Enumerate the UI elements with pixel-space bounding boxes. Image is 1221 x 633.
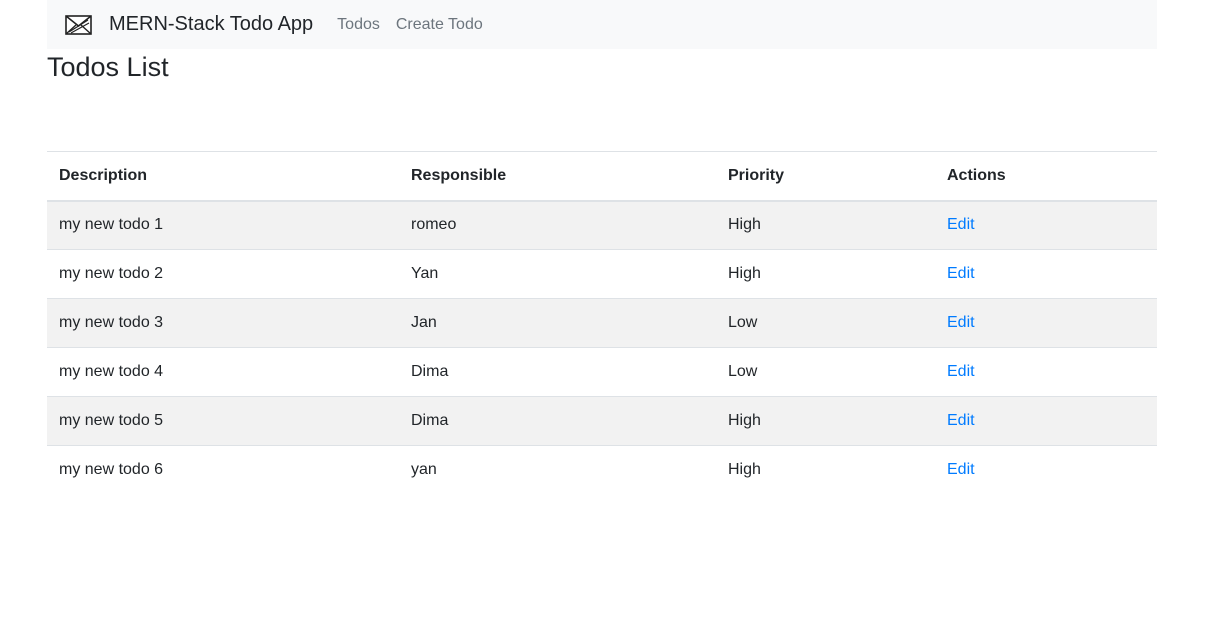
cell-description: my new todo 3 [47, 298, 399, 348]
cell-priority: High [716, 200, 935, 250]
navbar: MERN-Stack Todo App Todos Create Todo [47, 0, 1157, 49]
cell-responsible: Dima [399, 347, 716, 397]
brand-link[interactable]: MERN-Stack Todo App [109, 13, 313, 36]
edit-link[interactable]: Edit [947, 265, 975, 282]
cell-actions: Edit [935, 298, 1157, 348]
header-description: Description [47, 151, 399, 202]
header-actions: Actions [935, 151, 1157, 202]
cell-priority: Low [716, 298, 935, 348]
cell-description: my new todo 1 [47, 200, 399, 250]
header-responsible: Responsible [399, 151, 716, 202]
edit-link[interactable]: Edit [947, 412, 975, 429]
edit-link[interactable]: Edit [947, 461, 975, 478]
nav-link-todos[interactable]: Todos [337, 16, 380, 34]
edit-link[interactable]: Edit [947, 216, 975, 233]
header-priority: Priority [716, 151, 935, 202]
cell-priority: Low [716, 347, 935, 397]
table-row: my new todo 4 Dima Low Edit [47, 347, 1157, 397]
edit-link[interactable]: Edit [947, 363, 975, 380]
cell-actions: Edit [935, 249, 1157, 299]
cell-description: my new todo 2 [47, 249, 399, 299]
table-header-row: Description Responsible Priority Actions [47, 151, 1157, 202]
title-section: Todos List [47, 49, 1157, 151]
cell-description: my new todo 5 [47, 396, 399, 446]
table-row: my new todo 2 Yan High Edit [47, 249, 1157, 299]
cell-priority: High [716, 396, 935, 446]
cell-priority: High [716, 249, 935, 299]
cell-responsible: Dima [399, 396, 716, 446]
nav-link-create-todo[interactable]: Create Todo [396, 16, 483, 34]
table-row: my new todo 3 Jan Low Edit [47, 298, 1157, 348]
table-row: my new todo 6 yan High Edit [47, 445, 1157, 495]
app-container: MERN-Stack Todo App Todos Create Todo To… [47, 0, 1157, 495]
cell-actions: Edit [935, 200, 1157, 250]
edit-link[interactable]: Edit [947, 314, 975, 331]
envelope-logo-icon[interactable] [65, 15, 92, 35]
cell-description: my new todo 4 [47, 347, 399, 397]
cell-responsible: Yan [399, 249, 716, 299]
cell-responsible: yan [399, 445, 716, 495]
cell-actions: Edit [935, 396, 1157, 446]
cell-description: my new todo 6 [47, 445, 399, 495]
cell-responsible: Jan [399, 298, 716, 348]
cell-responsible: romeo [399, 200, 716, 250]
table-row: my new todo 1 romeo High Edit [47, 200, 1157, 250]
cell-actions: Edit [935, 347, 1157, 397]
cell-actions: Edit [935, 445, 1157, 495]
cell-priority: High [716, 445, 935, 495]
todos-table: Description Responsible Priority Actions… [47, 151, 1157, 495]
page-title: Todos List [47, 52, 169, 82]
table-row: my new todo 5 Dima High Edit [47, 396, 1157, 446]
